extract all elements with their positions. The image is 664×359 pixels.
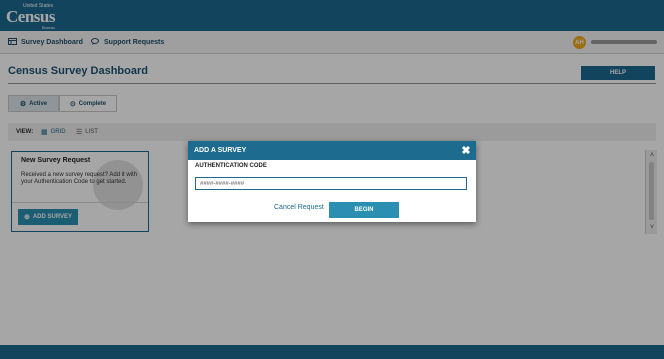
close-icon[interactable]: ✖ bbox=[460, 141, 472, 160]
modal-header: ADD A SURVEY ✖ bbox=[188, 141, 476, 160]
cancel-request-link[interactable]: Cancel Request bbox=[274, 204, 324, 211]
page: United States Census Bureau Survey Dashb… bbox=[0, 0, 664, 359]
auth-code-label: AUTHENTICATION CODE bbox=[195, 163, 267, 169]
add-survey-modal: ADD A SURVEY ✖ AUTHENTICATION CODE Cance… bbox=[188, 141, 476, 222]
modal-title: ADD A SURVEY bbox=[194, 147, 247, 154]
auth-code-input[interactable] bbox=[195, 177, 467, 190]
begin-button[interactable]: BEGIN bbox=[329, 202, 399, 218]
